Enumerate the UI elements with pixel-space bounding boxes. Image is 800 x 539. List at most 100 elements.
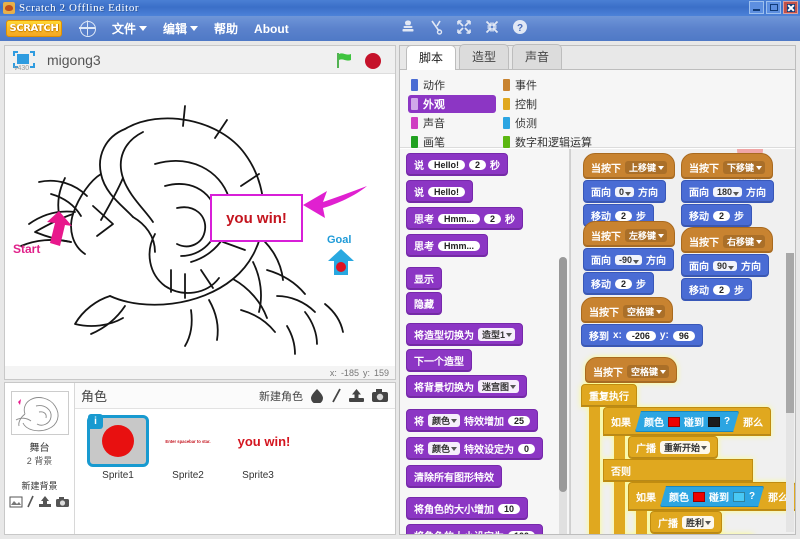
block-dropdown-key[interactable]: 空格键 (623, 305, 666, 318)
close-button[interactable] (783, 1, 798, 14)
menu-item-file[interactable]: 文件 (112, 20, 148, 37)
minimize-button[interactable] (749, 1, 764, 14)
scratch-logo[interactable]: SCRATCH (6, 20, 62, 37)
script-when-key-up[interactable]: 当按下 上移键 面向 0 方向 移动 2 步 (583, 153, 676, 227)
block-if-then-1[interactable]: 如果 颜色 碰到 ? 那么 (603, 407, 772, 436)
block-when-key-pressed[interactable]: 当按下 空格键 (585, 357, 678, 383)
menu-item-help[interactable]: 帮助 (214, 20, 238, 37)
block-change-size[interactable]: 将角色的大小增加 10 (406, 497, 529, 520)
category-looks[interactable]: 外观 (408, 95, 496, 113)
block-point-in-direction[interactable]: 面向 -90 方向 (583, 248, 675, 271)
block-dropdown-key[interactable]: 上移键 (625, 161, 668, 174)
block-when-key-pressed[interactable]: 当按下 空格键 (581, 297, 674, 323)
block-palette[interactable]: 说 Hello! 2 秒 说 Hello! 思考 Hmm... 2 秒 思考 H… (400, 149, 570, 534)
block-dropdown-key[interactable]: 下移键 (723, 161, 766, 174)
color-swatch-1a[interactable] (668, 417, 680, 427)
category-control[interactable]: 控制 (500, 95, 620, 113)
block-else[interactable]: 否则 (603, 459, 753, 482)
block-set-effect[interactable]: 将 颜色 特效设定为 0 (406, 437, 544, 460)
block-color-touching-color-1[interactable]: 颜色 碰到 ? (635, 411, 739, 432)
block-broadcast-1[interactable]: 广播 重新开始 (628, 436, 719, 459)
block-set-size[interactable]: 将角色的大小设定为 100 (406, 524, 544, 534)
block-think[interactable]: 思考 Hmm... (406, 234, 489, 257)
green-flag-icon[interactable] (335, 52, 353, 69)
block-dropdown-costume[interactable]: 造型1 (478, 328, 516, 341)
block-think-for-secs[interactable]: 思考 Hmm... 2 秒 (406, 207, 524, 230)
block-input-steps[interactable]: 2 (615, 210, 633, 221)
block-input-seconds[interactable]: 2 (484, 213, 502, 224)
block-dropdown-key[interactable]: 右移键 (723, 235, 766, 248)
color-swatch-1b[interactable] (708, 417, 720, 427)
block-dropdown-direction[interactable]: 90 (713, 260, 738, 271)
block-point-in-direction[interactable]: 面向 0 方向 (583, 180, 667, 203)
palette-scrollbar[interactable] (559, 257, 567, 534)
block-when-key-pressed[interactable]: 当按下 上移键 (583, 153, 676, 179)
paint-new-icon[interactable] (309, 388, 325, 403)
block-input-steps[interactable]: 2 (713, 284, 731, 295)
stage-canvas[interactable]: you win! Goal Start (5, 74, 395, 366)
upload-icon[interactable] (38, 495, 52, 508)
picture-icon[interactable] (9, 496, 23, 508)
menu-item-about[interactable]: About (254, 22, 289, 36)
script-when-key-down[interactable]: 当按下 下移键 面向 180 方向 移动 2 步 (681, 153, 775, 227)
category-sound[interactable]: 声音 (408, 114, 496, 132)
sprite-item-1[interactable]: i Sprite1 (83, 414, 153, 534)
camera-icon[interactable] (55, 496, 70, 508)
help-icon[interactable]: ? (512, 19, 528, 35)
block-dropdown-effect[interactable]: 颜色 (428, 414, 461, 427)
block-input-y[interactable]: 96 (672, 330, 695, 341)
block-dropdown-direction[interactable]: 0 (615, 186, 635, 197)
script-when-key-left[interactable]: 当按下 左移键 面向 -90 方向 移动 2 步 (583, 221, 676, 295)
block-input-message[interactable]: Hello! (428, 186, 466, 197)
block-input-seconds[interactable]: 2 (469, 159, 487, 170)
block-show[interactable]: 显示 (406, 267, 442, 290)
scripts-area[interactable]: x: 140 y: 35 当按下 上移键 面向 0 方向 移动 (570, 149, 795, 534)
block-dropdown-effect[interactable]: 颜色 (428, 442, 461, 455)
block-point-in-direction[interactable]: 面向 180 方向 (681, 180, 775, 203)
block-if-then-2[interactable]: 如果 颜色 碰到 ? 那么 (628, 482, 795, 511)
tab-costumes[interactable]: 造型 (459, 44, 510, 69)
block-input-amount[interactable]: 25 (508, 415, 531, 426)
maximize-button[interactable] (766, 1, 781, 14)
globe-icon[interactable] (79, 19, 96, 37)
category-events[interactable]: 事件 (500, 76, 620, 94)
block-next-costume[interactable]: 下一个造型 (406, 349, 472, 372)
block-input-message[interactable]: Hello! (428, 159, 466, 170)
block-dropdown-message[interactable]: 重新开始 (660, 441, 711, 454)
upload-icon[interactable] (348, 388, 365, 403)
sprite-item-2[interactable]: Enter spacebar to star. Sprite2 (153, 415, 223, 534)
block-input-x[interactable]: -206 (625, 330, 656, 341)
script-when-key-right[interactable]: 当按下 右移键 面向 90 方向 移动 2 步 (681, 227, 774, 301)
block-clear-effects[interactable]: 清除所有图形特效 (406, 465, 502, 488)
block-dropdown-backdrop[interactable]: 迷宫图 (478, 380, 520, 393)
block-hide[interactable]: 隐藏 (406, 292, 442, 315)
block-broadcast-2[interactable]: 广播 胜利 (650, 511, 723, 534)
stop-icon[interactable] (365, 53, 381, 69)
tab-scripts[interactable]: 脚本 (406, 45, 457, 70)
block-dropdown-message[interactable]: 胜利 (682, 516, 715, 529)
block-switch-costume[interactable]: 将造型切换为 造型1 (406, 323, 524, 346)
scripts-scrollbar[interactable] (786, 253, 794, 532)
block-input-steps[interactable]: 2 (615, 278, 633, 289)
block-input-message[interactable]: Hmm... (438, 213, 481, 224)
grow-icon[interactable] (456, 19, 472, 35)
block-input-amount[interactable]: 10 (498, 503, 521, 514)
block-when-key-pressed[interactable]: 当按下 右移键 (681, 227, 774, 253)
block-dropdown-direction[interactable]: 180 (713, 186, 743, 197)
category-sensing[interactable]: 侦测 (500, 114, 620, 132)
script-main-loop[interactable]: 当按下 空格键 重复执行 如果 颜色 碰到 ? 那么 广播 重新开始 否则 如果… (581, 357, 795, 534)
block-go-to-xy[interactable]: 移到 x: -206 y: 96 (581, 324, 703, 347)
menu-item-edit[interactable]: 编辑 (163, 20, 199, 37)
stage-thumbnail[interactable] (10, 391, 69, 435)
stamp-icon[interactable] (400, 19, 416, 35)
block-say[interactable]: 说 Hello! (406, 180, 474, 203)
block-change-effect[interactable]: 将 颜色 特效增加 25 (406, 409, 539, 432)
block-when-key-pressed[interactable]: 当按下 左移键 (583, 221, 676, 247)
block-dropdown-key[interactable]: 左移键 (625, 229, 668, 242)
block-input-message[interactable]: Hmm... (438, 240, 481, 251)
brush-icon[interactable] (26, 495, 35, 508)
sprite-info-badge[interactable]: i (88, 414, 103, 429)
brush-icon[interactable] (331, 388, 342, 403)
block-dropdown-direction[interactable]: -90 (615, 254, 643, 265)
category-motion[interactable]: 动作 (408, 76, 496, 94)
